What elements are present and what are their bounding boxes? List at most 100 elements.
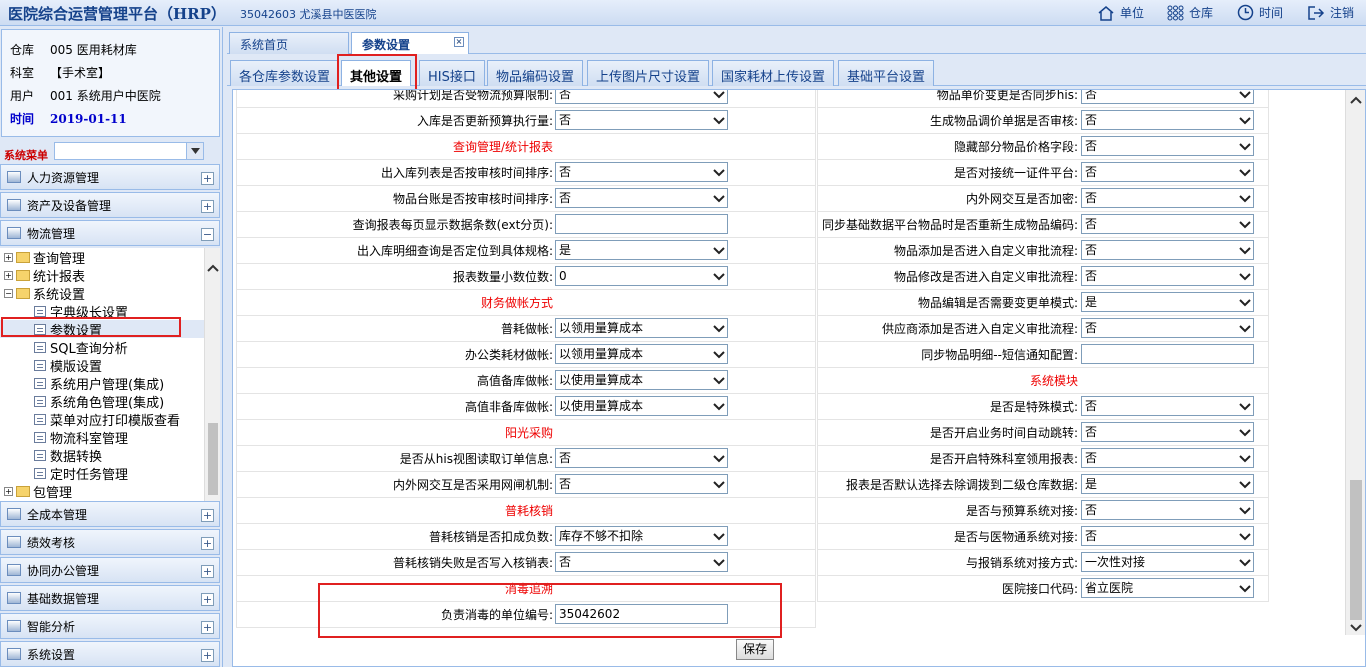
- tree-node-system-settings[interactable]: − 系统设置: [4, 284, 85, 303]
- setting-select[interactable]: 省立医院: [1081, 578, 1254, 598]
- setting-select[interactable]: 否: [555, 110, 728, 130]
- scroll-thumb[interactable]: [1350, 480, 1362, 620]
- warehouse-button[interactable]: 仓库: [1167, 4, 1213, 21]
- scroll-thumb[interactable]: [208, 423, 218, 495]
- analysis-icon: [7, 620, 21, 632]
- accordion-cost[interactable]: 全成本管理 +: [0, 501, 220, 527]
- setting-select[interactable]: 是: [1081, 292, 1254, 312]
- collapse-icon[interactable]: −: [4, 288, 13, 298]
- expand-icon[interactable]: +: [201, 565, 214, 578]
- expand-icon[interactable]: +: [201, 537, 214, 550]
- setting-select[interactable]: 否: [1081, 136, 1254, 156]
- setting-select[interactable]: 否: [555, 90, 728, 104]
- tree-leaf-template[interactable]: 模版设置: [34, 356, 102, 375]
- accordion-assets[interactable]: 资产及设备管理 +: [0, 192, 220, 218]
- setting-select[interactable]: 否: [555, 448, 728, 468]
- setting-select[interactable]: 否: [1081, 214, 1254, 234]
- setting-select[interactable]: 否: [1081, 90, 1254, 104]
- tab-item-code[interactable]: 物品编码设置: [487, 60, 584, 86]
- scroll-down-icon[interactable]: [1350, 624, 1362, 632]
- tab-warehouse-params[interactable]: 各仓库参数设置: [230, 60, 340, 86]
- setting-select[interactable]: 否: [1081, 188, 1254, 208]
- time-button[interactable]: 时间: [1237, 4, 1283, 21]
- tree-scrollbar[interactable]: [204, 248, 220, 518]
- accordion-analysis[interactable]: 智能分析 +: [0, 613, 220, 639]
- setting-select[interactable]: 以使用量算成本: [555, 370, 728, 390]
- tab-national-upload[interactable]: 国家耗材上传设置: [712, 60, 835, 86]
- menu-dropdown-button[interactable]: [186, 142, 204, 160]
- setting-select[interactable]: 否: [555, 162, 728, 182]
- logout-button[interactable]: 注销: [1307, 4, 1354, 21]
- setting-select[interactable]: 否: [1081, 266, 1254, 286]
- tree-leaf-depts[interactable]: 物流科室管理: [34, 428, 128, 447]
- expand-icon[interactable]: +: [201, 509, 214, 522]
- setting-select[interactable]: 否: [1081, 162, 1254, 182]
- accordion-system[interactable]: 系统设置 +: [0, 641, 220, 667]
- tree-leaf-tasks[interactable]: 定时任务管理: [34, 464, 128, 483]
- chevron-down-icon: [713, 169, 725, 177]
- expand-icon[interactable]: +: [201, 649, 214, 662]
- setting-select[interactable]: 否: [1081, 240, 1254, 260]
- expand-icon[interactable]: +: [4, 270, 13, 280]
- setting-select[interactable]: 否: [1081, 396, 1254, 416]
- unit-button[interactable]: 单位: [1097, 4, 1144, 21]
- setting-select[interactable]: 0: [555, 266, 728, 286]
- tree-leaf-print[interactable]: 菜单对应打印模版查看: [34, 410, 180, 429]
- setting-input[interactable]: [1081, 344, 1254, 364]
- expand-icon[interactable]: +: [201, 621, 214, 634]
- setting-select[interactable]: 否: [1081, 110, 1254, 130]
- setting-select[interactable]: 以领用量算成本: [555, 344, 728, 364]
- expand-icon[interactable]: +: [201, 172, 214, 185]
- time-info: 时间 2019-01-11: [10, 112, 127, 126]
- expand-icon[interactable]: +: [201, 593, 214, 606]
- tree-leaf-sql[interactable]: SQL查询分析: [34, 338, 128, 357]
- tree-node-package[interactable]: + 包管理: [4, 482, 72, 501]
- tree-node-reports[interactable]: + 统计报表: [4, 266, 85, 285]
- menu-search-input[interactable]: [54, 142, 204, 160]
- section-title: 普耗核销: [504, 504, 553, 518]
- setting-row: 生成物品调价单据是否审核: 否: [817, 108, 1269, 134]
- setting-select[interactable]: 是: [1081, 474, 1254, 494]
- setting-value: 否: [559, 113, 572, 127]
- setting-select[interactable]: 以领用量算成本: [555, 318, 728, 338]
- accordion-performance[interactable]: 绩效考核 +: [0, 529, 220, 555]
- expand-icon[interactable]: +: [4, 252, 13, 262]
- setting-select[interactable]: 否: [1081, 500, 1254, 520]
- accordion-basedata[interactable]: 基础数据管理 +: [0, 585, 220, 611]
- tab-image-size[interactable]: 上传图片尺寸设置: [587, 60, 710, 86]
- tree-node-query[interactable]: + 查询管理: [4, 248, 85, 267]
- tree-leaf-users[interactable]: 系统用户管理(集成): [34, 374, 164, 393]
- content-scrollbar[interactable]: [1345, 90, 1365, 635]
- setting-select[interactable]: 否: [555, 474, 728, 494]
- tab-his-interface[interactable]: HIS接口: [419, 60, 485, 86]
- setting-select[interactable]: 否: [1081, 526, 1254, 546]
- setting-row: 出入库列表是否按审核时间排序: 否: [236, 160, 816, 186]
- setting-select[interactable]: 否: [555, 552, 728, 572]
- setting-select[interactable]: 否: [1081, 318, 1254, 338]
- setting-select[interactable]: 否: [1081, 422, 1254, 442]
- app-header: 医院综合运营管理平台（HRP） 35042603 尤溪县中医医院 单位 仓库 时…: [0, 0, 1366, 26]
- setting-select[interactable]: 一次性对接: [1081, 552, 1254, 572]
- accordion-office[interactable]: 协同办公管理 +: [0, 557, 220, 583]
- save-button[interactable]: 保存: [736, 639, 774, 660]
- setting-select[interactable]: 库存不够不扣除: [555, 526, 728, 546]
- setting-select[interactable]: 是: [555, 240, 728, 260]
- collapse-icon[interactable]: −: [201, 228, 214, 241]
- accordion-logistics[interactable]: 物流管理 −: [0, 220, 220, 246]
- setting-input[interactable]: [555, 214, 728, 234]
- expand-icon[interactable]: +: [4, 486, 13, 496]
- close-icon[interactable]: ×: [454, 37, 464, 47]
- tree-leaf-roles[interactable]: 系统角色管理(集成): [34, 392, 164, 411]
- setting-select[interactable]: 否: [1081, 448, 1254, 468]
- accordion-hr[interactable]: 人力资源管理 +: [0, 164, 220, 190]
- scroll-up-icon[interactable]: [1350, 96, 1362, 104]
- tab-home[interactable]: 系统首页: [229, 32, 349, 54]
- setting-row: 是否开启特殊科室领用报表: 否: [817, 446, 1269, 472]
- tab-params[interactable]: 参数设置 ×: [351, 32, 469, 54]
- tree-leaf-convert[interactable]: 数据转换: [34, 446, 102, 465]
- expand-icon[interactable]: +: [201, 200, 214, 213]
- scroll-up-icon[interactable]: [207, 264, 219, 272]
- setting-select[interactable]: 否: [555, 188, 728, 208]
- tab-platform[interactable]: 基础平台设置: [838, 60, 935, 86]
- setting-select[interactable]: 以使用量算成本: [555, 396, 728, 416]
